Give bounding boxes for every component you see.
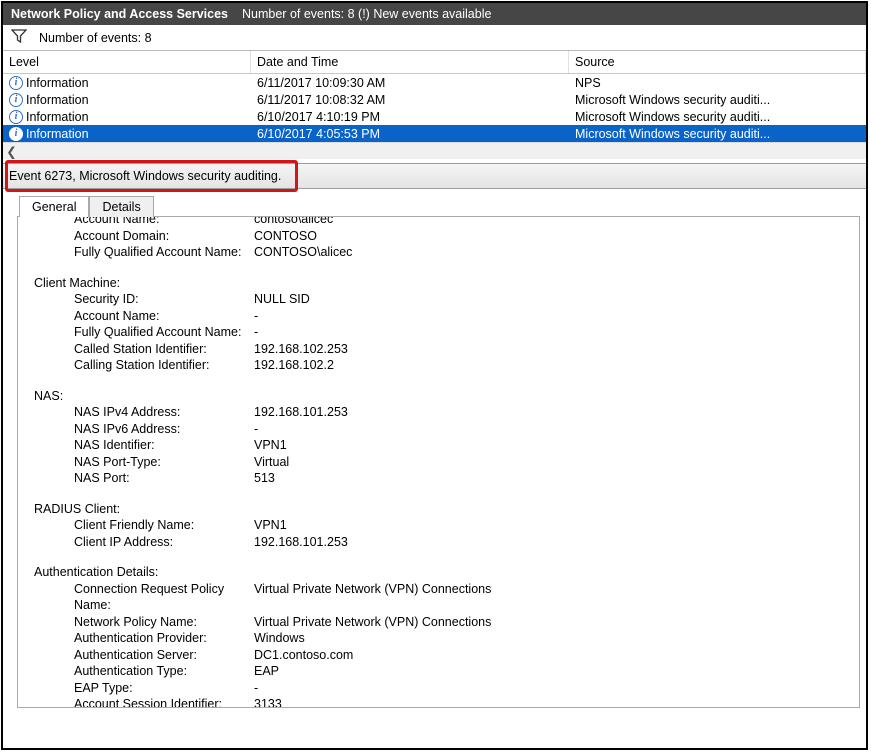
detail-key: Fully Qualified Account Name: — [34, 324, 254, 341]
detail-key: Client Friendly Name: — [34, 517, 254, 534]
detail-key: Account Name: — [34, 216, 254, 228]
info-icon: i — [9, 93, 23, 107]
detail-key: Calling Station Identifier: — [34, 357, 254, 374]
detail-key: Fully Qualified Account Name: — [34, 244, 254, 261]
detail-key: Network Policy Name: — [34, 614, 254, 631]
detail-value: Virtual Private Network (VPN) Connection… — [254, 581, 853, 614]
detail-key: Account Domain: — [34, 228, 254, 245]
filter-text: Number of events: 8 — [39, 31, 152, 45]
detail-key: NAS IPv6 Address: — [34, 421, 254, 438]
cell-level: Information — [26, 76, 89, 90]
event-count-status: Number of events: 8 (!) New events avail… — [242, 7, 491, 21]
table-row[interactable]: iInformation 6/11/2017 10:09:30 AMNPS — [3, 74, 866, 91]
detail-key: Account Name: — [34, 308, 254, 325]
table-row[interactable]: iInformation 6/11/2017 10:08:32 AMMicroso… — [3, 91, 866, 108]
detail-section-title: Authentication Details: — [34, 564, 853, 581]
column-header-level[interactable]: Level — [3, 51, 251, 73]
info-icon: i — [9, 127, 23, 141]
cell-source: Microsoft Windows security auditi... — [571, 93, 866, 107]
detail-key: NAS Port: — [34, 470, 254, 487]
detail-value: - — [254, 308, 853, 325]
column-header-source[interactable]: Source — [569, 51, 866, 73]
grid-header: Level Date and Time Source — [3, 51, 866, 74]
detail-key: Called Station Identifier: — [34, 341, 254, 358]
detail-value: CONTOSO\alicec — [254, 244, 853, 261]
cell-level: Information — [26, 93, 89, 107]
detail-key: Connection Request Policy Name: — [34, 581, 254, 614]
detail-key: Security ID: — [34, 291, 254, 308]
horizontal-scrollbar[interactable]: ❮ — [3, 142, 866, 159]
detail-value: - — [254, 421, 853, 438]
table-row[interactable]: iInformation 6/10/2017 4:05:53 PMMicrosof… — [3, 125, 866, 142]
detail-key: Client IP Address: — [34, 534, 254, 551]
detail-key: EAP Type: — [34, 680, 254, 697]
titlebar: Network Policy and Access Services Numbe… — [3, 3, 866, 25]
detail-section-title: Client Machine: — [34, 275, 853, 292]
table-row[interactable]: iInformation 6/10/2017 4:10:19 PMMicrosof… — [3, 108, 866, 125]
detail-value: Windows — [254, 630, 853, 647]
detail-section-title: NAS: — [34, 388, 853, 405]
detail-key: NAS Identifier: — [34, 437, 254, 454]
detail-value: CONTOSO — [254, 228, 853, 245]
detail-key: Account Session Identifier: — [34, 696, 254, 708]
detail-value: NULL SID — [254, 291, 853, 308]
detail-key: Authentication Type: — [34, 663, 254, 680]
tab-general[interactable]: General — [19, 196, 89, 217]
cell-date: 6/10/2017 4:10:19 PM — [253, 110, 571, 124]
detail-value: 3133 — [254, 696, 853, 708]
cell-date: 6/11/2017 10:09:30 AM — [253, 76, 571, 90]
detail-value: EAP — [254, 663, 853, 680]
detail-value: Virtual Private Network (VPN) Connection… — [254, 614, 853, 631]
detail-key: NAS IPv4 Address: — [34, 404, 254, 421]
cell-source: Microsoft Windows security auditi... — [571, 110, 866, 124]
column-header-date[interactable]: Date and Time — [251, 51, 569, 73]
filter-bar: Number of events: 8 — [3, 25, 866, 51]
detail-key: Authentication Server: — [34, 647, 254, 664]
detail-value: VPN1 — [254, 437, 853, 454]
info-icon: i — [9, 110, 23, 124]
tab-strip: General Details — [3, 189, 866, 216]
detail-value: 192.168.101.253 — [254, 534, 853, 551]
detail-key: Authentication Provider: — [34, 630, 254, 647]
info-icon: i — [9, 76, 23, 90]
cell-level: Information — [26, 127, 89, 141]
scroll-left-icon[interactable]: ❮ — [3, 143, 20, 160]
detail-value: Virtual — [254, 454, 853, 471]
detail-key: NAS Port-Type: — [34, 454, 254, 471]
detail-value: VPN1 — [254, 517, 853, 534]
app-title: Network Policy and Access Services — [11, 7, 242, 21]
cell-source: NPS — [571, 76, 866, 90]
detail-value: contoso\alicec — [254, 216, 853, 228]
cell-source: Microsoft Windows security auditi... — [571, 127, 866, 141]
detail-value: 192.168.102.253 — [254, 341, 853, 358]
cell-date: 6/11/2017 10:08:32 AM — [253, 93, 571, 107]
detail-section-title: RADIUS Client: — [34, 501, 853, 518]
cell-date: 6/10/2017 4:05:53 PM — [253, 127, 571, 141]
detail-value: 513 — [254, 470, 853, 487]
tab-details[interactable]: Details — [89, 196, 153, 217]
detail-value: - — [254, 324, 853, 341]
detail-value: - — [254, 680, 853, 697]
detail-value: 192.168.101.253 — [254, 404, 853, 421]
detail-value: DC1.contoso.com — [254, 647, 853, 664]
cell-level: Information — [26, 110, 89, 124]
event-grid: Level Date and Time Source iInformation6… — [3, 51, 866, 159]
tab-panel: Account Name:contoso\alicecAccount Domai… — [17, 216, 860, 708]
event-header-text: Event 6273, Microsoft Windows security a… — [9, 169, 281, 183]
filter-icon[interactable] — [11, 29, 27, 46]
event-header-bar[interactable]: Event 6273, Microsoft Windows security a… — [3, 163, 866, 189]
detail-value: 192.168.102.2 — [254, 357, 853, 374]
